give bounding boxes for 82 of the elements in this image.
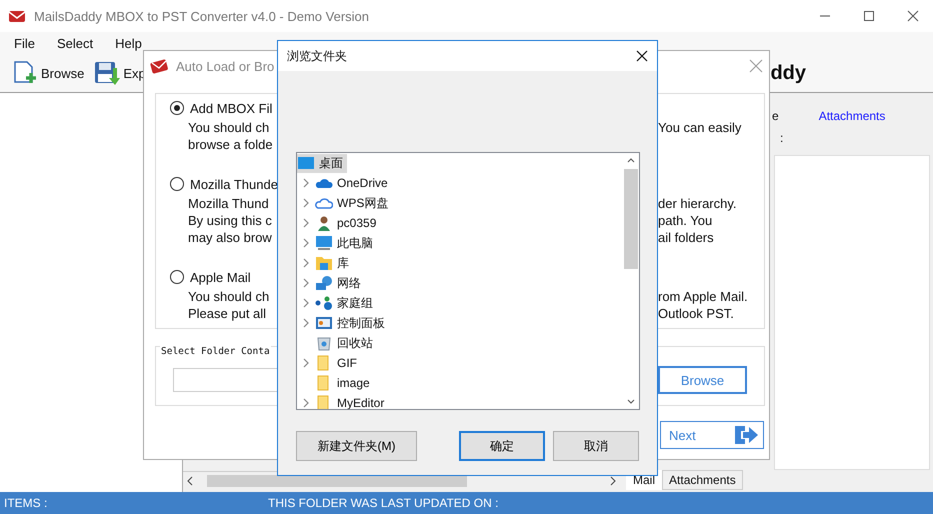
- document-plus-icon: [12, 60, 38, 86]
- scroll-up-icon[interactable]: [627, 157, 635, 163]
- chevron-icon[interactable]: [303, 198, 309, 208]
- trash-icon: [315, 335, 333, 351]
- chevron-icon[interactable]: [303, 278, 309, 288]
- option-description: You can easily: [658, 119, 742, 136]
- items-label: ITEMS :: [3, 496, 48, 510]
- browse-button[interactable]: Browse: [658, 366, 747, 394]
- option-description: der hierarchy.: [658, 195, 738, 212]
- tree-item[interactable]: 桌面: [297, 154, 347, 172]
- option-description: Mozilla Thund: [187, 195, 270, 212]
- tree-item[interactable]: image: [315, 374, 374, 392]
- option-description: By using this c: [187, 212, 273, 229]
- attachments-link[interactable]: Attachments: [818, 109, 886, 123]
- tree-item[interactable]: pc0359: [315, 214, 380, 232]
- option-description: may also brow: [187, 229, 273, 246]
- menu-item[interactable]: Help: [115, 36, 142, 50]
- option-description: path. You: [658, 212, 714, 229]
- chevron-icon[interactable]: [303, 258, 309, 268]
- option-description: Please put all: [187, 305, 268, 322]
- dialog-title: Auto Load or Bro: [176, 58, 274, 74]
- scroll-down-icon[interactable]: [627, 399, 635, 405]
- chevron-icon[interactable]: [303, 178, 309, 188]
- radio-button[interactable]: [170, 101, 184, 115]
- dialog-button[interactable]: 新建文件夹(M): [296, 431, 417, 461]
- floppy-disk-icon: [94, 60, 120, 86]
- window-title: MailsDaddy MBOX to PST Converter v4.0 - Demo Version: [34, 8, 369, 24]
- control-panel-icon: [315, 315, 333, 331]
- group-legend: Select Folder Conta: [160, 346, 271, 357]
- logo-text: ddy: [770, 62, 806, 84]
- chevron-icon[interactable]: [303, 358, 309, 368]
- status-text: THIS FOLDER WAS LAST UPDATED ON :: [268, 496, 498, 510]
- tree-item[interactable]: 回收站: [315, 334, 377, 352]
- option-description: You should ch: [187, 119, 270, 136]
- tree-item[interactable]: 控制面板: [315, 314, 389, 332]
- option-label[interactable]: Apple Mail: [190, 270, 251, 284]
- chevron-icon[interactable]: [303, 398, 309, 408]
- monitor-icon: [315, 235, 333, 251]
- dialog-button[interactable]: 取消: [553, 431, 639, 461]
- app-icon: [8, 8, 26, 24]
- nodes-icon: [315, 295, 333, 311]
- option-description: ail folders: [658, 229, 715, 246]
- scroll-left-icon[interactable]: [187, 476, 193, 486]
- tab[interactable]: Attachments: [662, 470, 743, 490]
- envelope-icon: [150, 58, 168, 74]
- field-label: :: [779, 131, 784, 145]
- chevron-icon[interactable]: [303, 318, 309, 328]
- folder-icon: [315, 255, 333, 271]
- option-description: Outlook PST.: [658, 305, 735, 322]
- radio-button[interactable]: [170, 270, 184, 284]
- scroll-right-icon[interactable]: [610, 476, 616, 486]
- dialog-title: 浏览文件夹: [287, 48, 347, 64]
- desktop-icon: [297, 155, 315, 171]
- option-label[interactable]: Mozilla Thunde: [190, 176, 277, 192]
- tree-item[interactable]: 网络: [315, 274, 365, 292]
- tree-item[interactable]: GIF: [315, 354, 361, 372]
- option-description: You should ch: [187, 288, 270, 305]
- network-icon: [315, 275, 333, 291]
- menu-item[interactable]: File: [14, 36, 35, 50]
- close-icon[interactable]: [907, 10, 919, 22]
- tree-item[interactable]: 库: [315, 254, 353, 272]
- tree-item[interactable]: 家庭组: [315, 294, 377, 312]
- tree-item[interactable]: WPS网盘: [315, 194, 392, 212]
- option-description: rom Apple Mail.: [658, 288, 749, 305]
- option-description: browse a folde: [187, 136, 274, 153]
- column-header: e: [772, 109, 779, 123]
- tree-item[interactable]: 此电脑: [315, 234, 377, 252]
- menu-item[interactable]: Select: [56, 36, 94, 50]
- maximize-icon[interactable]: [863, 10, 875, 22]
- chevron-icon[interactable]: [303, 298, 309, 308]
- toolbar-button[interactable]: Browse: [10, 58, 86, 88]
- close-icon[interactable]: [636, 50, 648, 62]
- tree-item[interactable]: OneDrive: [315, 174, 392, 192]
- option-label[interactable]: Add MBOX Fil: [190, 100, 272, 116]
- chevron-icon[interactable]: [303, 238, 309, 248]
- chevron-icon[interactable]: [303, 218, 309, 228]
- arrow-right-icon: [733, 424, 759, 446]
- dialog-button[interactable]: 确定: [459, 431, 545, 461]
- person-icon: [315, 215, 333, 231]
- folder-path-field[interactable]: [173, 368, 277, 392]
- next-button[interactable]: Next: [660, 421, 764, 449]
- radio-button[interactable]: [170, 177, 184, 191]
